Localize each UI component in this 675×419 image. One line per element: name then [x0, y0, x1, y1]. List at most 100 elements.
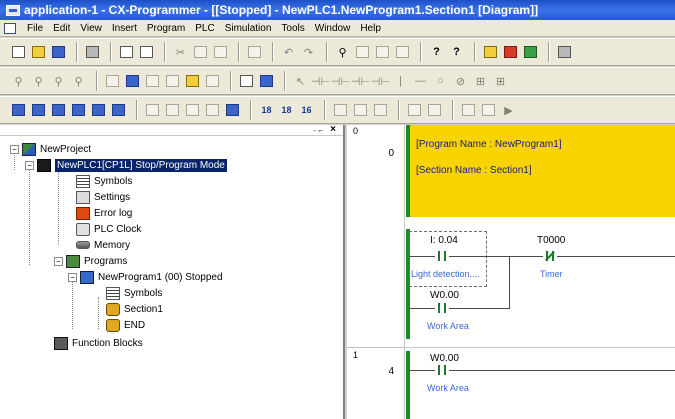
window-icon[interactable]	[164, 73, 181, 90]
menu-edit[interactable]: Edit	[48, 23, 75, 34]
menu-insert[interactable]: Insert	[107, 23, 142, 34]
zoom-fit-icon[interactable]: ⚲	[10, 73, 27, 90]
tree-item-program-symbols[interactable]: Symbols	[106, 285, 162, 301]
tree-item-section1[interactable]: Section1	[106, 301, 163, 317]
document-icon[interactable]	[4, 22, 16, 34]
tree-item-programs[interactable]: − Programs	[54, 253, 127, 269]
grid-icon[interactable]	[246, 44, 263, 61]
fb-icon[interactable]: ⊞	[492, 73, 509, 90]
coil-icon[interactable]: ○	[432, 73, 449, 90]
contact-no-icon[interactable]: ⊣⊢	[311, 73, 330, 90]
sim-step-icon[interactable]	[480, 102, 497, 119]
undo-icon[interactable]: ↶	[280, 44, 297, 61]
toggle-output-icon[interactable]	[30, 102, 47, 119]
menu-program[interactable]: Program	[142, 23, 190, 34]
cut-icon[interactable]	[84, 44, 101, 61]
tree-item-memory[interactable]: Memory	[76, 237, 130, 253]
toggle-workspace-icon[interactable]	[10, 102, 27, 119]
instruction-icon[interactable]: ⊞	[472, 73, 489, 90]
tree-item-function-blocks[interactable]: Function Blocks	[54, 335, 143, 351]
contact-no-icon[interactable]	[435, 303, 449, 313]
tree-item-error-log[interactable]: Error log	[76, 205, 132, 221]
grid-view-icon[interactable]	[258, 73, 275, 90]
menu-simulation[interactable]: Simulation	[220, 23, 277, 34]
new-icon[interactable]	[10, 44, 27, 61]
save-icon[interactable]	[50, 44, 67, 61]
help-icon[interactable]: ?	[428, 44, 445, 61]
stop-icon[interactable]	[426, 102, 443, 119]
paste-icon[interactable]	[212, 44, 229, 61]
online-icon[interactable]	[482, 44, 499, 61]
zoom-in-icon[interactable]: ⚲	[50, 73, 67, 90]
redo-icon[interactable]: ↷	[300, 44, 317, 61]
edit-icon[interactable]	[204, 102, 221, 119]
tree-item-settings[interactable]: Settings	[76, 189, 130, 205]
or-no-icon[interactable]: ⊣⊢	[351, 73, 370, 90]
tree-item-end[interactable]: END	[106, 317, 145, 333]
table-icon[interactable]	[204, 73, 221, 90]
collapse-icon[interactable]: −	[25, 160, 34, 170]
copy-icon[interactable]	[192, 44, 209, 61]
run-icon[interactable]	[406, 102, 423, 119]
zoom-a-icon[interactable]: 18	[258, 102, 275, 119]
pin-icon[interactable]: - ⌐	[313, 126, 323, 135]
contact-no-icon[interactable]	[435, 365, 449, 375]
collapse-icon[interactable]: −	[68, 272, 77, 282]
contact-no-icon[interactable]	[435, 251, 449, 261]
menu-view[interactable]: View	[75, 23, 107, 34]
or-nc-icon[interactable]: ⊣⊢	[371, 73, 390, 90]
menu-tools[interactable]: Tools	[276, 23, 309, 34]
compare-icon[interactable]	[556, 44, 573, 61]
zoom-icon[interactable]: ⚲	[70, 73, 87, 90]
scissors-icon[interactable]: ✂	[172, 44, 189, 61]
monitor-icon[interactable]	[522, 44, 539, 61]
transfer-icon[interactable]	[502, 44, 519, 61]
tree-item-program[interactable]: − NewProgram1 (00) Stopped	[68, 269, 223, 285]
coil-nc-icon[interactable]: ⊘	[452, 73, 469, 90]
ladder-diagram[interactable]: 0 0 1 4 [Program Name : NewProgram1] [Se…	[347, 125, 675, 419]
contact-nc-icon[interactable]	[543, 251, 557, 261]
rung-icon[interactable]	[238, 73, 255, 90]
edit-cancel-icon[interactable]	[224, 102, 241, 119]
print-icon[interactable]	[118, 44, 135, 61]
play-icon[interactable]: ▶	[500, 102, 517, 119]
upload-icon[interactable]	[332, 102, 349, 119]
properties-icon[interactable]	[394, 44, 411, 61]
comment-icon[interactable]	[184, 73, 201, 90]
tree-item-project[interactable]: − NewProject	[10, 141, 91, 157]
menu-file[interactable]: File	[22, 23, 48, 34]
download-icon[interactable]	[352, 102, 369, 119]
replace-icon[interactable]	[354, 44, 371, 61]
collapse-icon[interactable]: −	[10, 144, 19, 154]
find-icon[interactable]: ⚲	[334, 44, 351, 61]
tree-item-symbols[interactable]: Symbols	[76, 173, 132, 189]
settings-icon[interactable]	[110, 102, 127, 119]
online-edit-icon[interactable]	[184, 102, 201, 119]
zoom-b-icon[interactable]: 18	[278, 102, 295, 119]
line-icon[interactable]: —	[412, 73, 429, 90]
program-comment-block[interactable]: [Program Name : NewProgram1] [Section Na…	[410, 125, 675, 217]
select-icon[interactable]: ↖	[292, 73, 309, 90]
tree-item-plc-clock[interactable]: PLC Clock	[76, 221, 141, 237]
zoom-out-icon[interactable]: ⚲	[30, 73, 47, 90]
compile-icon[interactable]	[144, 102, 161, 119]
context-help-icon[interactable]: ?	[448, 44, 465, 61]
zoom-c-icon[interactable]: 16	[298, 102, 315, 119]
tree-item-plc[interactable]: − NewPLC1[CP1L] Stop/Program Mode	[25, 157, 227, 173]
watch-icon[interactable]	[50, 102, 67, 119]
list-icon[interactable]	[144, 73, 161, 90]
menu-plc[interactable]: PLC	[190, 23, 219, 34]
cross-ref-icon[interactable]	[104, 73, 121, 90]
menu-window[interactable]: Window	[310, 23, 356, 34]
plc-mode-icon[interactable]	[372, 102, 389, 119]
find-next-icon[interactable]	[374, 44, 391, 61]
check-icon[interactable]	[164, 102, 181, 119]
address-ref-icon[interactable]	[70, 102, 87, 119]
symbol-icon[interactable]	[124, 73, 141, 90]
sim-icon[interactable]	[460, 102, 477, 119]
close-icon[interactable]: ×	[330, 124, 336, 135]
io-table-icon[interactable]	[90, 102, 107, 119]
print-preview-icon[interactable]	[138, 44, 155, 61]
vertical-icon[interactable]: |	[392, 73, 409, 90]
open-icon[interactable]	[30, 44, 47, 61]
